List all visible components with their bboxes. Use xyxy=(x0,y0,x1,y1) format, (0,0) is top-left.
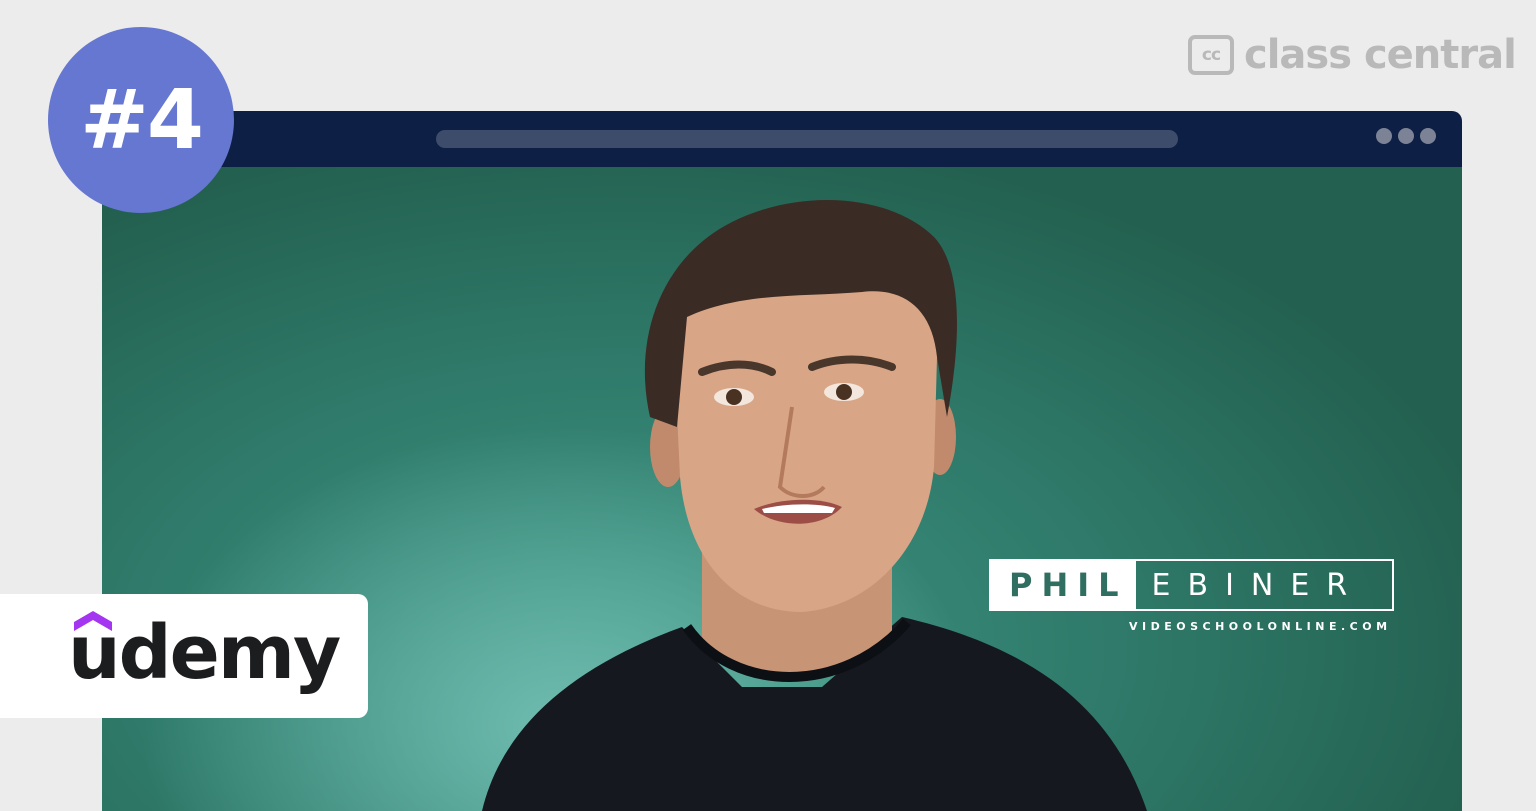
class-central-wordmark: class central xyxy=(1244,32,1517,78)
class-central-mark: cc xyxy=(1188,35,1234,75)
presenter-website: VIDEOSCHOOLONLINE.COM xyxy=(1128,620,1392,633)
presenter-name-box: PHIL EBINER xyxy=(989,559,1394,611)
presenter-first-name: PHIL xyxy=(991,561,1136,609)
provider-logo-card: udemy xyxy=(0,594,368,718)
presenter-lower-third: PHIL EBINER VIDEOSCHOOLONLINE.COM xyxy=(989,559,1394,633)
udemy-wordmark: udemy xyxy=(68,610,341,696)
class-central-logo: cc class central xyxy=(1188,30,1517,80)
rank-badge: #4 xyxy=(48,27,234,213)
browser-titlebar xyxy=(102,111,1462,167)
presenter-last-name: EBINER xyxy=(1151,567,1365,603)
window-menu-dots-icon[interactable] xyxy=(1376,128,1436,144)
address-bar[interactable] xyxy=(436,130,1178,148)
dot xyxy=(1420,128,1436,144)
dot xyxy=(1376,128,1392,144)
dot xyxy=(1398,128,1414,144)
